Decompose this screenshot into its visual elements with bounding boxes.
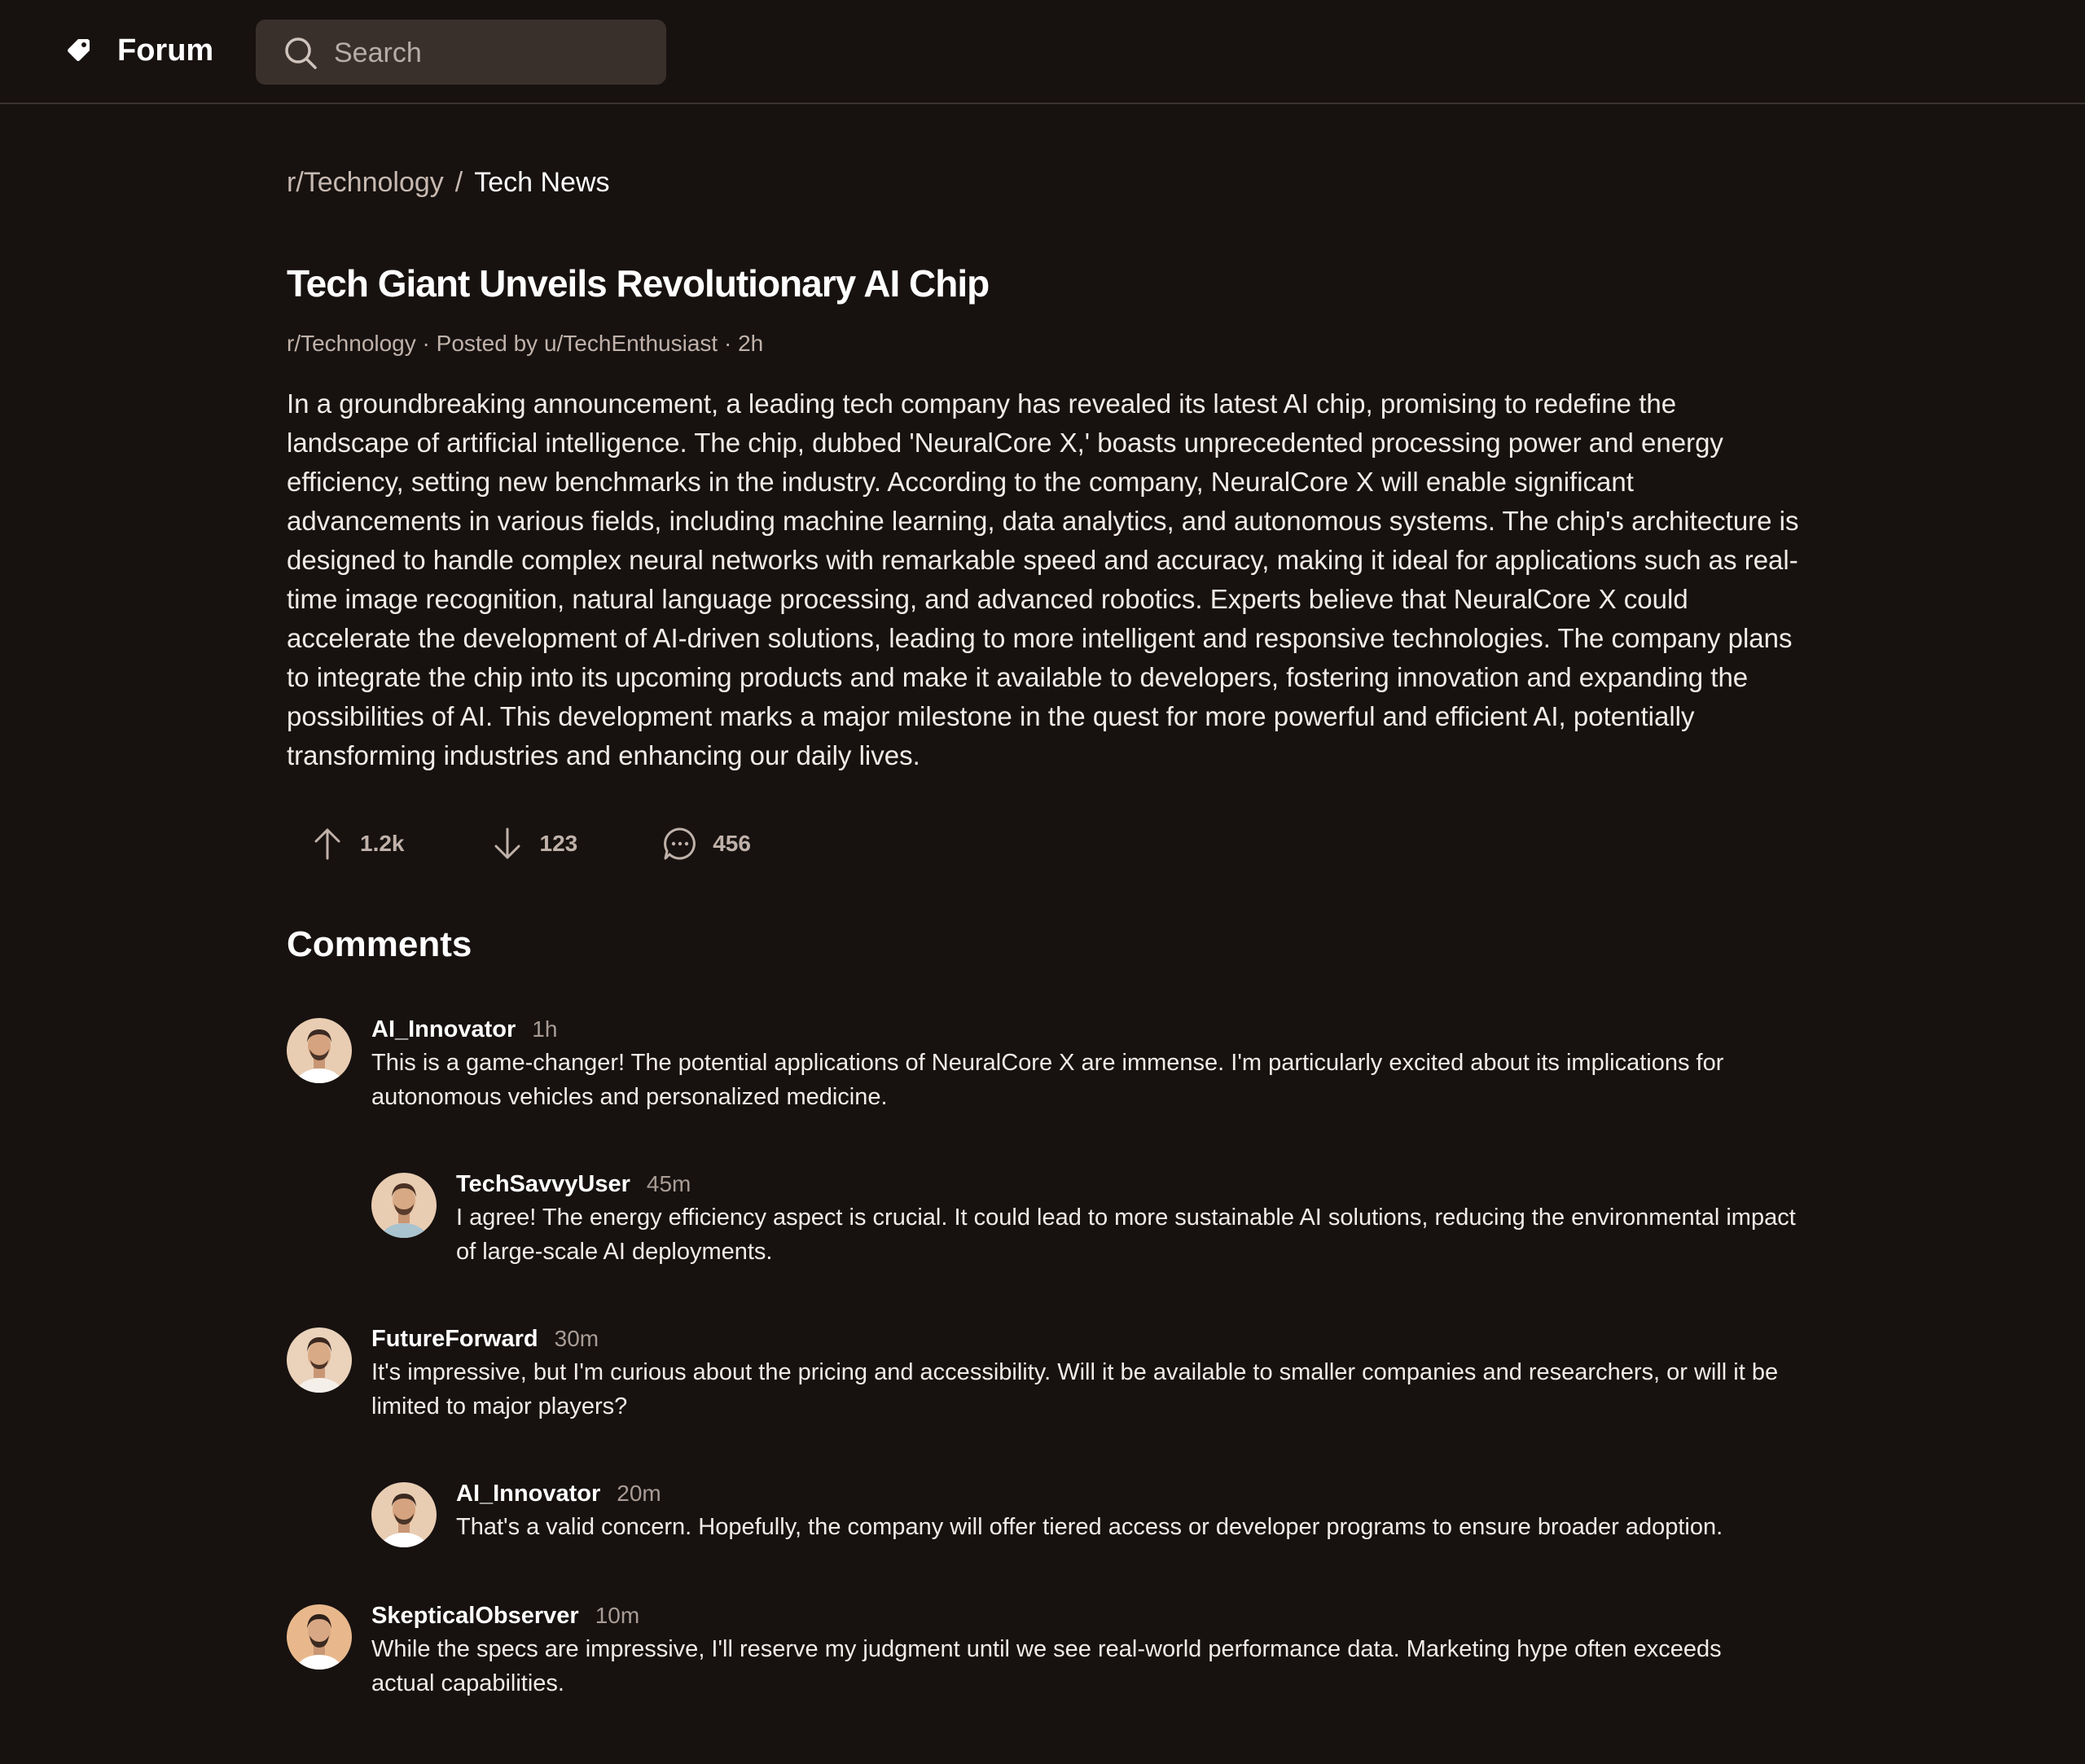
comment-text: This is a game-changer! The potential ap… (371, 1050, 1724, 1110)
breadcrumb-separator: / (454, 167, 463, 198)
breadcrumb-community-link[interactable]: r/Technology (287, 167, 444, 198)
comment-count: 456 (713, 831, 751, 856)
comment-username[interactable]: FutureForward (371, 1326, 538, 1352)
arrow-up-icon (314, 828, 340, 860)
breadcrumb: r/Technology / Tech News (287, 163, 1802, 202)
comment-username[interactable]: TechSavvyUser (456, 1171, 630, 1197)
comment-time: 20m (617, 1481, 661, 1506)
search-input[interactable] (332, 20, 653, 86)
user-avatar-icon (287, 1018, 352, 1083)
app-name[interactable]: Forum (117, 31, 213, 70)
post-meta: r/Technology · Posted by u/TechEnthusias… (287, 331, 764, 356)
comment-text: I agree! The energy efficiency aspect is… (456, 1205, 1796, 1265)
breadcrumb-current: Tech News (474, 167, 610, 198)
chat-bubble-icon (664, 827, 696, 860)
user-avatar-icon (287, 1604, 352, 1670)
user-avatar-icon (287, 1327, 352, 1393)
comment-text: While the specs are impressive, I'll res… (371, 1636, 1722, 1696)
comments-button[interactable]: 456 (639, 826, 751, 862)
comment-text: It's impressive, but I'm curious about t… (371, 1359, 1779, 1420)
upvote-button[interactable]: 1.2k (287, 826, 405, 862)
post-body: In a groundbreaking announcement, a lead… (287, 388, 1799, 770)
comment-time: 30m (554, 1326, 599, 1351)
search-box[interactable] (256, 20, 666, 86)
user-avatar-icon (371, 1173, 437, 1238)
avatar[interactable] (287, 1327, 352, 1393)
comments-heading: Comments (287, 924, 472, 964)
post-actions: 1.2k 123 456 (287, 821, 1802, 867)
arrow-down-icon (494, 827, 520, 859)
downvote-count: 123 (539, 831, 578, 856)
avatar[interactable] (371, 1173, 437, 1238)
upvote-count: 1.2k (360, 831, 405, 856)
comment-username[interactable]: AI_Innovator (456, 1481, 600, 1507)
avatar[interactable] (287, 1018, 352, 1083)
avatar[interactable] (371, 1482, 437, 1547)
comment-time: 1h (532, 1016, 558, 1042)
post-container: r/Technology / Tech News Tech Giant Unveil… (287, 163, 1802, 968)
search-icon (285, 37, 317, 69)
comment-text: That's a valid concern. Hopefully, the c… (456, 1514, 1723, 1540)
post-title: Tech Giant Unveils Revolutionary AI Chip (287, 262, 990, 305)
comment-username[interactable]: AI_Innovator (371, 1016, 516, 1042)
downvote-button[interactable]: 123 (467, 826, 578, 862)
avatar[interactable] (287, 1604, 352, 1670)
comment-time: 45m (646, 1171, 691, 1196)
tag-logo-icon[interactable] (65, 37, 91, 64)
top-bar: Forum (0, 0, 2085, 104)
user-avatar-icon (371, 1482, 437, 1547)
comment-time: 10m (595, 1603, 640, 1628)
comment-username[interactable]: SkepticalObserver (371, 1603, 579, 1629)
